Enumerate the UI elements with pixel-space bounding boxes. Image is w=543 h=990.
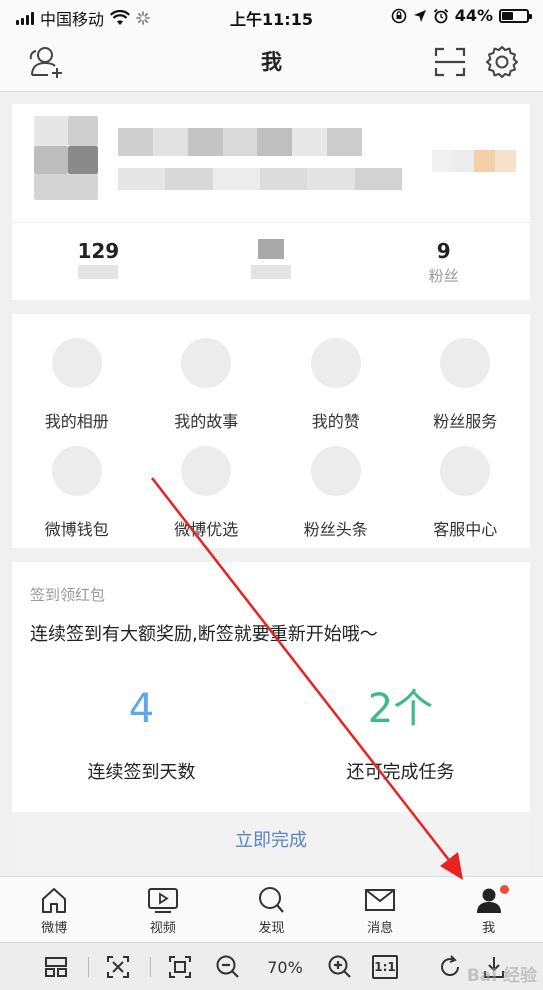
viewer-toolbar: 70% 1:1 (0, 942, 543, 990)
checkin-days-label: 连续签到天数 (87, 762, 196, 783)
grid-item-support[interactable]: 客服中心 (401, 440, 531, 548)
fit-screen-icon[interactable] (166, 953, 194, 981)
checkin-description: 连续签到有大额奖励,断签就要重新开始哦～ (30, 624, 378, 645)
grid-item-label: 我的赞 (311, 412, 360, 431)
profile-card[interactable]: 129 9 粉丝 (12, 104, 530, 300)
checkin-days-value: 4 (128, 686, 155, 732)
complete-now-button[interactable]: 立即完成 (12, 812, 530, 870)
tab-messages[interactable]: 消息 (326, 877, 435, 942)
avatar[interactable] (34, 116, 98, 200)
thumbnails-icon[interactable] (42, 953, 70, 981)
tab-label: 我 (482, 921, 496, 936)
tab-label: 消息 (367, 921, 394, 936)
rotate-icon[interactable] (436, 953, 464, 981)
grid-item-fan-service[interactable]: 粉丝服务 (401, 332, 531, 440)
stat-label (185, 265, 358, 285)
tab-discover[interactable]: 发现 (217, 877, 326, 942)
tab-label: 视频 (149, 921, 176, 936)
grid-item-label: 粉丝头条 (303, 520, 368, 539)
story-icon (181, 338, 232, 388)
grid-item-label: 粉丝服务 (433, 412, 498, 431)
checkin-tasks-value: 2个 (367, 686, 434, 732)
nav-bar: 我 (0, 32, 543, 92)
tab-profile[interactable]: 我 (434, 877, 543, 942)
mail-icon (365, 889, 396, 911)
stat-value: 129 (77, 239, 120, 263)
stat-following[interactable] (185, 223, 358, 292)
grid-item-label: 微博钱包 (44, 520, 109, 539)
tab-home[interactable]: 微博 (0, 877, 109, 942)
grid-item-label: 我的相册 (44, 412, 109, 431)
grid-item-story[interactable]: 我的故事 (142, 332, 272, 440)
grid-item-label: 客服中心 (433, 520, 498, 539)
stat-weibo[interactable]: 129 (12, 223, 185, 292)
video-icon (147, 888, 178, 913)
grid-item-label: 微博优选 (174, 520, 239, 539)
zoom-out-icon[interactable] (214, 953, 242, 981)
alarm-icon (433, 8, 448, 23)
album-icon (51, 338, 102, 388)
grid-item-shop[interactable]: 微博优选 (142, 440, 272, 548)
checkin-days: 4 连续签到天数 (12, 682, 271, 784)
battery-icon (499, 8, 532, 23)
search-icon (259, 887, 285, 913)
checkin-card: 签到领红包 连续签到有大额奖励,断签就要重新开始哦～ 4 连续签到天数 2个 还… (12, 562, 530, 812)
badge-pixelated[interactable] (432, 150, 516, 172)
notification-badge (499, 885, 509, 894)
battery-fill (502, 11, 513, 20)
tab-video[interactable]: 视频 (109, 877, 218, 942)
status-bar: 中国移动 上午11:15 44% (0, 0, 543, 32)
battery-percent: 44% (454, 6, 493, 25)
rotation-lock-icon (391, 8, 407, 23)
zoom-in-icon[interactable] (326, 953, 354, 981)
tab-label: 发现 (258, 921, 285, 936)
tab-label: 微博 (41, 921, 68, 936)
fan-service-icon (440, 338, 491, 388)
checkin-title: 签到领红包 (30, 586, 106, 604)
scan-icon[interactable] (431, 44, 469, 80)
grid-item-label: 我的故事 (174, 412, 239, 431)
status-right: 44% (391, 6, 532, 25)
wallet-icon (51, 446, 102, 496)
support-icon (440, 446, 491, 496)
stat-fans[interactable]: 9 粉丝 (357, 223, 530, 292)
headline-icon (310, 446, 361, 496)
home-icon (42, 888, 67, 913)
bio-pixelated (118, 168, 402, 190)
shop-icon (181, 446, 232, 496)
toolbar-divider (150, 957, 151, 977)
stat-value: 9 (436, 239, 451, 263)
tab-bar: 微博 视频 发现 消息 我 (0, 876, 543, 942)
settings-icon[interactable] (483, 44, 521, 80)
like-icon (310, 338, 361, 388)
checkin-tasks: 2个 还可完成任务 (271, 682, 530, 784)
fit-width-icon[interactable] (104, 953, 132, 981)
stat-label: 粉丝 (428, 267, 459, 285)
grid-item-wallet[interactable]: 微博钱包 (12, 440, 142, 548)
grid-item-likes[interactable]: 我的赞 (271, 332, 401, 440)
grid-item-fan-headline[interactable]: 粉丝头条 (271, 440, 401, 548)
feature-grid: 我的相册 我的故事 我的赞 粉丝服务 微博钱包 微博优选 粉丝头条 客服中心 (12, 314, 530, 548)
profile-stats: 129 9 粉丝 (12, 222, 530, 292)
location-icon (413, 9, 426, 22)
stat-value (185, 239, 358, 263)
actual-size-button[interactable]: 1:1 (372, 955, 398, 979)
checkin-tasks-label: 还可完成任务 (346, 762, 455, 783)
stat-label (12, 265, 185, 285)
checkin-stats: 4 连续签到天数 2个 还可完成任务 (12, 682, 530, 784)
watermark: Bai 经验 (466, 966, 537, 986)
username-pixelated (118, 128, 363, 156)
grid-item-album[interactable]: 我的相册 (12, 332, 142, 440)
zoom-level: 70% (267, 957, 303, 977)
toolbar-divider (88, 957, 89, 977)
